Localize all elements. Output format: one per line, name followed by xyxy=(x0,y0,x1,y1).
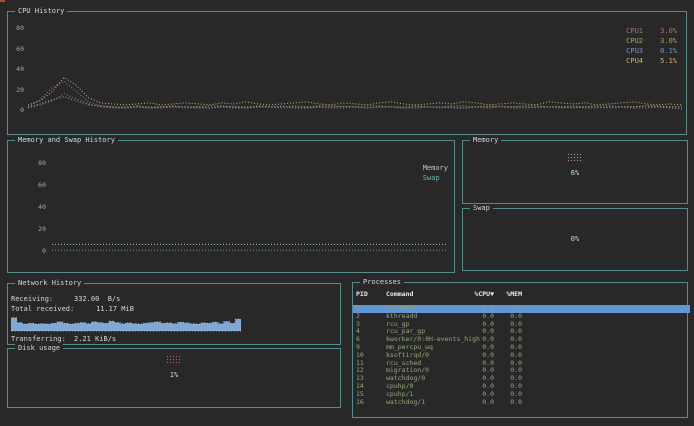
y-tick-label: 40 xyxy=(38,204,46,211)
memory-donut-icon xyxy=(567,153,583,162)
col-cpu-sort[interactable]: %CPU▼ xyxy=(470,290,494,298)
series-cpu2 xyxy=(28,97,682,107)
col-command: Command xyxy=(386,290,470,298)
series-cpu1 xyxy=(28,81,682,108)
col-mem[interactable]: %MEM xyxy=(494,290,522,298)
memory-swap-legend: MemorySwap xyxy=(423,163,448,183)
process-pid: 1 xyxy=(356,305,386,313)
legend-value: 5.1% xyxy=(651,56,677,66)
y-tick-label: 0 xyxy=(20,107,24,114)
legend-value: 3.0% xyxy=(651,26,677,36)
process-pid: 16 xyxy=(356,399,386,407)
cpu-legend-item: CPU2 3.0% xyxy=(626,36,677,46)
gtop-system-monitor: { "colors": { "background": "#282828", "… xyxy=(0,0,694,426)
cpu-y-axis: 80 60 40 20 0 xyxy=(12,12,24,122)
network-area xyxy=(11,318,241,331)
cpu-legend-item: CPU4 5.1% xyxy=(626,56,677,66)
legend-name: CPU1 xyxy=(626,26,643,36)
y-tick-label: 80 xyxy=(16,25,24,32)
legend-name: CPU2 xyxy=(626,36,643,46)
receiving-label: Receiving: xyxy=(11,295,53,303)
process-pid: 6 xyxy=(356,336,386,344)
swap-percent: 0% xyxy=(463,235,687,243)
memory-swap-history-panel: Memory and Swap History 806040200 Memory… xyxy=(7,140,455,273)
cpu-legend-item: CPU3 0.1% xyxy=(626,46,677,56)
receiving-value: 332.00 B/s xyxy=(74,295,120,303)
total-received-value: 11.17 MiB xyxy=(96,305,134,313)
process-pid: 4 xyxy=(356,328,386,336)
legend-name: CPU3 xyxy=(626,46,643,56)
cpu-history-panel: CPU History 806040200 CPU13.0%CPU23.0%CP… xyxy=(7,11,687,135)
network-sparkline xyxy=(11,315,241,332)
processes-panel: Processes PID Command %CPU▼ %MEM 1system… xyxy=(352,282,688,418)
y-tick-label: 40 xyxy=(16,66,24,73)
network-history-panel: Network History Receiving: 332.00 B/s To… xyxy=(7,283,341,345)
y-tick-label: 20 xyxy=(38,226,46,233)
process-cmd: watchdog/1 xyxy=(386,399,470,407)
series-cpu3 xyxy=(28,94,682,109)
series-cpu4 xyxy=(28,77,682,105)
memswap-legend-item: Swap xyxy=(423,173,448,183)
process-row[interactable]: 16watchdog/10.00.0 xyxy=(353,399,690,407)
disk-usage-panel: Disk usage 1% xyxy=(7,348,341,408)
y-tick-label: 20 xyxy=(16,87,24,94)
process-table-header: PID Command %CPU▼ %MEM xyxy=(353,290,690,298)
cpu-history-chart xyxy=(26,20,686,130)
memory-gauge-panel: Memory 6% xyxy=(462,140,688,204)
y-tick-label: 60 xyxy=(38,182,46,189)
col-pid: PID xyxy=(356,290,386,298)
transferring-label: Transferring: xyxy=(11,335,66,343)
disk-donut-icon xyxy=(166,355,182,364)
cpu-legend: CPU1 3.0% CPU2 3.0% CPU3 0.1% CPU4 5.1% xyxy=(626,26,677,66)
process-cpu: 0.0 xyxy=(470,399,494,407)
y-tick-label: 0 xyxy=(42,248,46,255)
memory-swap-history-chart xyxy=(50,151,450,269)
memory-percent: 6% xyxy=(463,169,687,177)
cpu-legend-item: CPU1 3.0% xyxy=(626,26,677,36)
network-history-title: Network History xyxy=(15,279,84,288)
legend-value: 3.0% xyxy=(651,36,677,46)
total-received-label: Total received: xyxy=(11,305,74,313)
process-mem: 0.0 xyxy=(494,399,522,407)
memory-swap-history-title: Memory and Swap History xyxy=(15,136,118,145)
swap-gauge-panel: Swap 0% xyxy=(462,208,688,271)
legend-name: CPU4 xyxy=(626,56,643,66)
y-tick-label: 60 xyxy=(16,46,24,53)
disk-usage-title: Disk usage xyxy=(15,344,63,353)
process-pid: 3 xyxy=(356,321,386,329)
legend-value: 0.1% xyxy=(651,46,677,56)
process-table-body: 1systemd0.00.12kthreadd0.00.03rcu_gp0.00… xyxy=(353,305,687,406)
swap-gauge-title: Swap xyxy=(470,204,493,213)
memswap-legend-item: Memory xyxy=(423,163,448,173)
disk-percent: 1% xyxy=(8,371,340,379)
process-pid: 2 xyxy=(356,313,386,321)
memory-swap-y-axis: 80 60 40 20 0 xyxy=(32,141,46,259)
transferring-value: 2.21 KiB/s xyxy=(74,335,116,343)
processes-title: Processes xyxy=(360,278,404,287)
y-tick-label: 80 xyxy=(38,160,46,167)
memory-gauge-title: Memory xyxy=(470,136,501,145)
screen-corner-artifact xyxy=(0,0,5,2)
